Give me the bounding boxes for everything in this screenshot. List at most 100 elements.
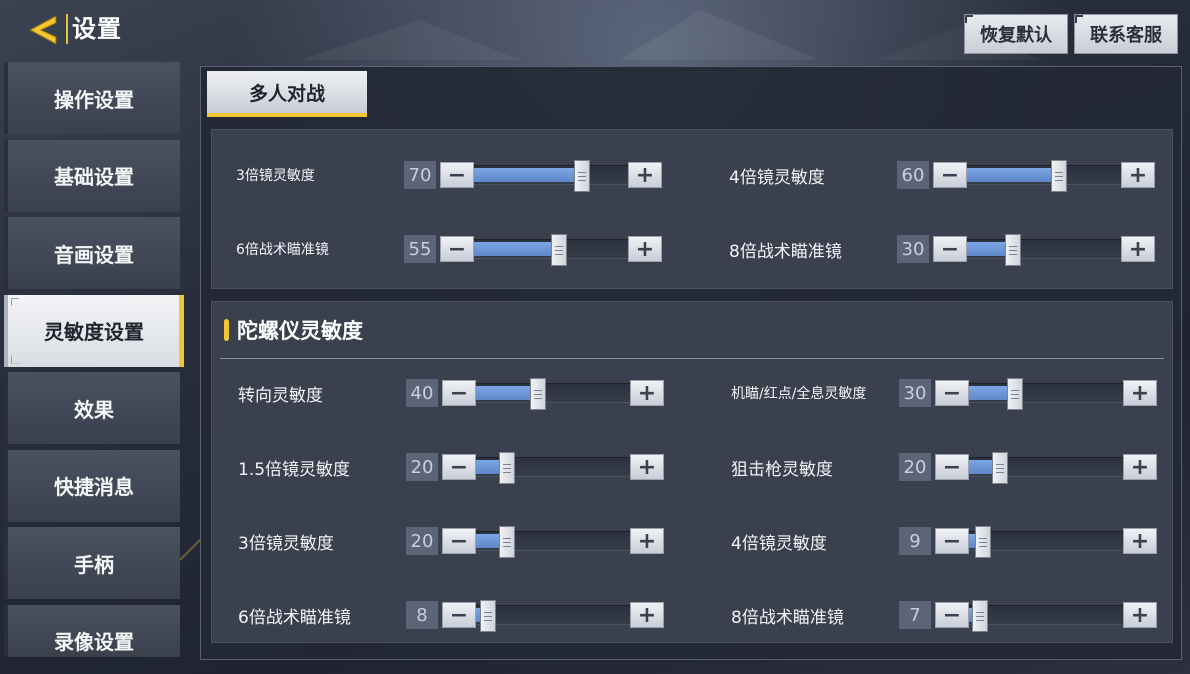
slider-value: 20 <box>406 527 438 555</box>
slider-track[interactable] <box>474 234 628 266</box>
page-title: 设置 <box>72 15 122 43</box>
slider-track[interactable] <box>969 452 1123 484</box>
slider-row: 4倍镜灵敏度 9 − + <box>731 526 1171 558</box>
slider-track[interactable] <box>969 600 1123 632</box>
slider-label: 机瞄/红点/全息灵敏度 <box>731 386 867 402</box>
slider-value: 30 <box>897 235 929 263</box>
increase-button[interactable]: + <box>630 380 664 406</box>
settings-panel: 多人对战 3倍镜灵敏度 70 − + 4倍镜灵敏度 60 − + 6倍战术瞄准镜… <box>200 66 1182 660</box>
decrease-button[interactable]: − <box>935 454 969 480</box>
slider-value: 30 <box>899 379 931 407</box>
contact-support-button[interactable]: 联系客服 <box>1074 14 1178 54</box>
increase-button[interactable]: + <box>1121 162 1155 188</box>
slider-track[interactable] <box>476 526 630 558</box>
increase-button[interactable]: + <box>1123 528 1157 554</box>
slider-label: 6倍战术瞄准镜 <box>236 242 329 258</box>
slider-track[interactable] <box>476 452 630 484</box>
slider-label: 狙击枪灵敏度 <box>731 459 833 480</box>
slider-row: 3倍镜灵敏度 70 − + <box>236 160 676 192</box>
slider-handle[interactable] <box>971 600 988 632</box>
increase-button[interactable]: + <box>1123 454 1157 480</box>
sidebar-item-sensitivity[interactable]: 灵敏度设置 <box>4 294 184 367</box>
increase-button[interactable]: + <box>630 528 664 554</box>
section-title: 陀螺仪灵敏度 <box>224 316 363 344</box>
slider-row: 机瞄/红点/全息灵敏度 30 − + <box>731 378 1171 410</box>
slider-handle[interactable] <box>480 600 497 632</box>
slider-label: 3倍镜灵敏度 <box>236 168 315 184</box>
slider-row: 8倍战术瞄准镜 7 − + <box>731 600 1171 632</box>
decrease-button[interactable]: − <box>933 162 967 188</box>
slider-row: 4倍镜灵敏度 60 − + <box>729 160 1169 192</box>
sidebar-item-basic[interactable]: 基础设置 <box>4 139 180 212</box>
sidebar-item-quick-messages[interactable]: 快捷消息 <box>4 449 180 522</box>
title-divider <box>66 14 68 44</box>
sidebar-item-controls[interactable]: 操作设置 <box>4 62 180 134</box>
sidebar-item-recording[interactable]: 录像设置 <box>4 604 180 657</box>
decrease-button[interactable]: − <box>935 528 969 554</box>
slider-track[interactable] <box>967 160 1121 192</box>
sidebar-item-controller[interactable]: 手柄 <box>4 527 180 599</box>
slider-handle[interactable] <box>1051 160 1068 192</box>
slider-value: 70 <box>404 161 436 189</box>
decrease-button[interactable]: − <box>442 528 476 554</box>
slider-handle[interactable] <box>498 526 515 558</box>
decrease-button[interactable]: − <box>442 380 476 406</box>
slider-track[interactable] <box>476 600 630 632</box>
slider-row: 1.5倍镜灵敏度 20 − + <box>238 452 678 484</box>
slider-label: 3倍镜灵敏度 <box>238 533 334 554</box>
increase-button[interactable]: + <box>1123 380 1157 406</box>
slider-row: 3倍镜灵敏度 20 − + <box>238 526 678 558</box>
slider-handle[interactable] <box>974 526 991 558</box>
slider-label: 8倍战术瞄准镜 <box>731 607 844 628</box>
back-arrow-icon <box>28 15 57 45</box>
slider-label: 6倍战术瞄准镜 <box>238 607 351 628</box>
restore-default-button[interactable]: 恢复默认 <box>964 14 1068 54</box>
slider-value: 40 <box>406 379 438 407</box>
decrease-button[interactable]: − <box>440 236 474 262</box>
scope-sensitivity-group: 3倍镜灵敏度 70 − + 4倍镜灵敏度 60 − + 6倍战术瞄准镜 55 −… <box>211 129 1173 289</box>
sidebar-item-effects[interactable]: 效果 <box>4 372 180 444</box>
section-title-text: 陀螺仪灵敏度 <box>237 319 363 343</box>
slider-row: 6倍战术瞄准镜 55 − + <box>236 234 676 266</box>
slider-track[interactable] <box>476 378 630 410</box>
decrease-button[interactable]: − <box>935 380 969 406</box>
sidebar-item-audio-video[interactable]: 音画设置 <box>4 217 180 289</box>
decrease-button[interactable]: − <box>442 454 476 480</box>
decrease-button[interactable]: − <box>440 162 474 188</box>
increase-button[interactable]: + <box>628 162 662 188</box>
slider-label: 4倍镜灵敏度 <box>731 533 827 554</box>
increase-button[interactable]: + <box>630 602 664 628</box>
gyro-sensitivity-group: 陀螺仪灵敏度 转向灵敏度 40 − + 机瞄/红点/全息灵敏度 30 − + 1… <box>211 301 1173 643</box>
slider-handle[interactable] <box>573 160 590 192</box>
decrease-button[interactable]: − <box>933 236 967 262</box>
slider-handle[interactable] <box>498 452 515 484</box>
slider-track[interactable] <box>967 234 1121 266</box>
slider-track[interactable] <box>474 160 628 192</box>
slider-track[interactable] <box>969 526 1123 558</box>
slider-value: 7 <box>899 601 931 629</box>
section-marker <box>224 319 229 341</box>
slider-value: 20 <box>406 453 438 481</box>
slider-handle[interactable] <box>991 452 1008 484</box>
tab-multiplayer[interactable]: 多人对战 <box>207 71 367 117</box>
slider-handle[interactable] <box>550 234 567 266</box>
slider-handle[interactable] <box>1005 234 1022 266</box>
slider-value: 60 <box>897 161 929 189</box>
slider-track[interactable] <box>969 378 1123 410</box>
back-button[interactable] <box>24 12 64 48</box>
increase-button[interactable]: + <box>628 236 662 262</box>
slider-row: 6倍战术瞄准镜 8 − + <box>238 600 678 632</box>
slider-label: 转向灵敏度 <box>238 385 323 406</box>
section-divider <box>220 358 1164 359</box>
increase-button[interactable]: + <box>1123 602 1157 628</box>
increase-button[interactable]: + <box>630 454 664 480</box>
slider-handle[interactable] <box>1007 378 1024 410</box>
decrease-button[interactable]: − <box>935 602 969 628</box>
slider-value: 55 <box>404 235 436 263</box>
slider-row: 狙击枪灵敏度 20 − + <box>731 452 1171 484</box>
decrease-button[interactable]: − <box>442 602 476 628</box>
slider-handle[interactable] <box>529 378 546 410</box>
sidebar: 操作设置 基础设置 音画设置 灵敏度设置 效果 快捷消息 手柄 录像设置 <box>4 62 184 662</box>
increase-button[interactable]: + <box>1121 236 1155 262</box>
slider-label: 1.5倍镜灵敏度 <box>238 459 351 480</box>
